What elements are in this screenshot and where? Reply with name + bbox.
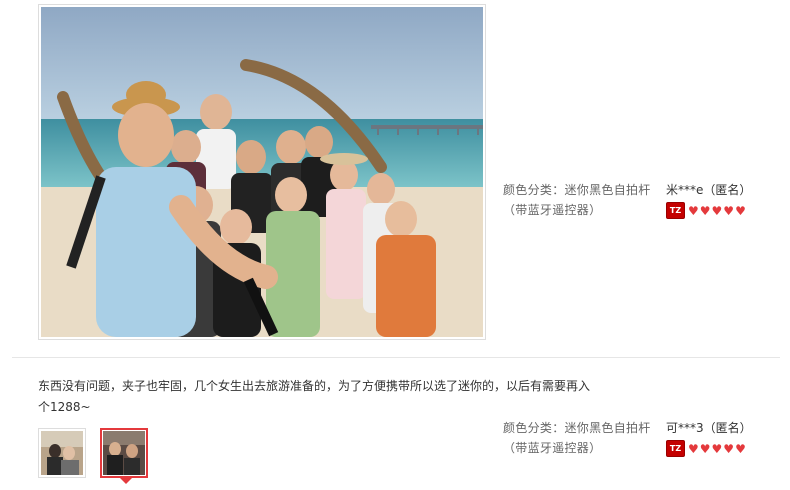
photo-thumbnail[interactable] xyxy=(100,428,148,484)
member-level-badge-icon: TZ xyxy=(666,202,685,219)
reviewer-name: 可***3（匿名） xyxy=(666,421,752,435)
sku-label: 颜色分类：迷你黑色自拍杆（带蓝牙遥控器） xyxy=(503,183,651,217)
review-item: 东西没有问题，夹子也牢固，几个女生出去旅游准备的，为了方便携带所以选了迷你的，以… xyxy=(0,358,790,490)
heart-icon: ♥ xyxy=(699,203,711,218)
member-level-badge-icon: TZ xyxy=(666,440,685,457)
heart-icon: ♥ xyxy=(735,203,746,218)
review-thumbnails xyxy=(38,428,148,484)
heart-icon: ♥ xyxy=(688,203,699,218)
photo-thumbnail-1 xyxy=(41,431,83,475)
heart-icon: ♥ xyxy=(711,203,723,218)
sku-label: 颜色分类：迷你黑色自拍杆（带蓝牙遥控器） xyxy=(503,421,651,455)
rating-hearts: ♥ ♥ ♥ ♥ ♥ xyxy=(688,443,746,455)
heart-icon: ♥ xyxy=(688,441,699,456)
photo-thumbnail-2 xyxy=(103,431,145,475)
reviewer-info: 米***e（匿名） TZ ♥ ♥ ♥ ♥ ♥ xyxy=(666,180,786,219)
reviewer-name: 米***e（匿名） xyxy=(666,183,752,197)
heart-icon: ♥ xyxy=(723,441,735,456)
review-photo[interactable] xyxy=(38,4,486,340)
heart-icon: ♥ xyxy=(735,441,746,456)
photo-thumbnail[interactable] xyxy=(38,428,86,478)
heart-icon: ♥ xyxy=(699,441,711,456)
group-selfie-beach-photo xyxy=(41,7,483,337)
reviewer-info: 可***3（匿名） TZ ♥ ♥ ♥ ♥ ♥ xyxy=(666,418,786,457)
heart-icon: ♥ xyxy=(711,441,723,456)
review-content: 东西没有问题，夹子也牢固，几个女生出去旅游准备的，为了方便携带所以选了迷你的，以… xyxy=(38,379,591,414)
review-item: 颜色分类：迷你黑色自拍杆（带蓝牙遥控器） 米***e（匿名） TZ ♥ ♥ ♥ … xyxy=(0,0,790,358)
rating-hearts: ♥ ♥ ♥ ♥ ♥ xyxy=(688,205,746,217)
heart-icon: ♥ xyxy=(723,203,735,218)
